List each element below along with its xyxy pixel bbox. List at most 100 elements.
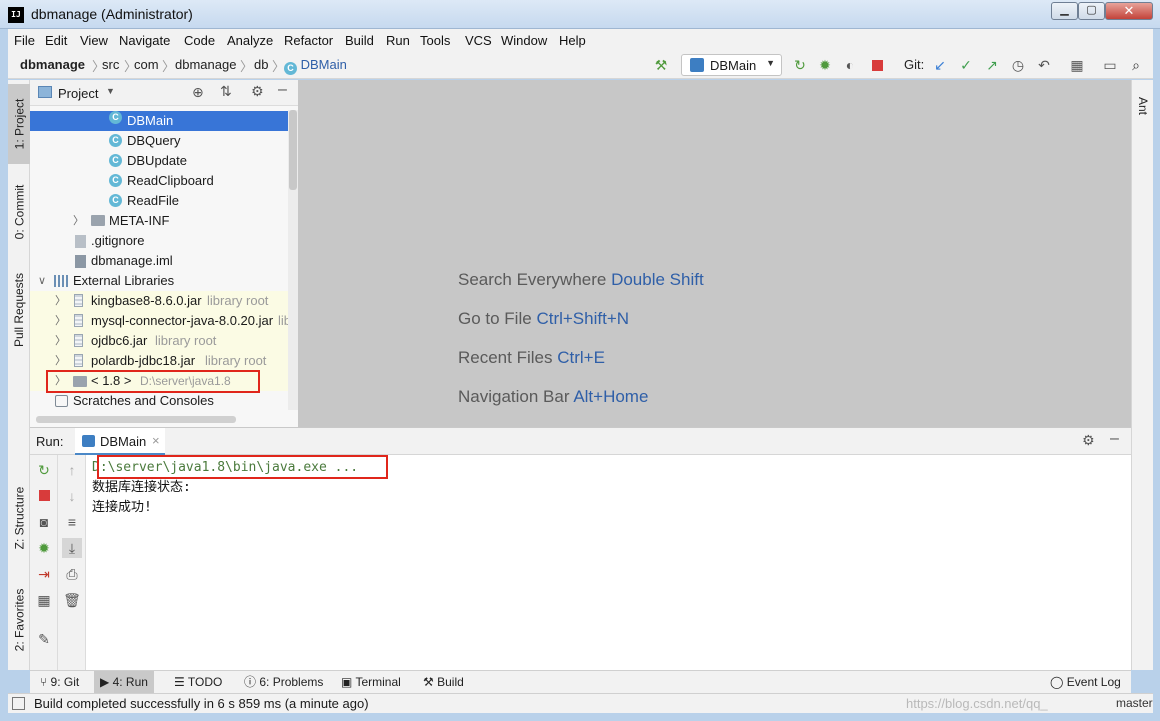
close-window-button[interactable]: ✕ — [1105, 2, 1153, 20]
tool-tab-favorites[interactable]: 2: Favorites — [8, 575, 30, 665]
menu-window[interactable]: Window — [501, 33, 547, 48]
chevron-right-icon[interactable]: 〉 — [55, 331, 66, 351]
stop-icon[interactable] — [34, 486, 54, 506]
hide-panel-icon[interactable]: – — [1110, 430, 1119, 448]
history-icon[interactable]: ◷ — [1009, 56, 1027, 74]
tool-tab-problems[interactable]: ⓘ 6: Problems — [238, 671, 329, 693]
tree-item-readfile[interactable]: C ReadFile — [30, 191, 288, 211]
rollback-icon[interactable]: ↶ — [1035, 56, 1053, 74]
tool-tab-git[interactable]: ⑂ 9: Git — [34, 671, 85, 693]
tree-item-jar[interactable]: 〉 ojdbc6.jar library root — [30, 331, 288, 351]
status-message[interactable]: Build completed successfully in 6 s 859 … — [34, 696, 369, 711]
editor-empty-area: Search Everywhere Double Shift Go to Fil… — [298, 80, 1131, 427]
menu-edit[interactable]: Edit — [45, 33, 67, 48]
tree-item-jar[interactable]: 〉 mysql-connector-java-8.0.20.jar libr — [30, 311, 288, 331]
gear-icon[interactable]: ⚙ — [1082, 432, 1095, 449]
stop-icon[interactable] — [868, 56, 886, 74]
camera-icon[interactable]: ◙ — [34, 512, 54, 532]
presentation-icon[interactable]: ▭ — [1101, 56, 1119, 74]
gear-icon[interactable]: ⚙ — [251, 83, 264, 100]
search-icon[interactable]: ⌕ — [1127, 56, 1145, 74]
chevron-right-icon[interactable]: 〉 — [73, 211, 84, 231]
run-toolbar-primary: ↻ ◙ ✹ ⇥ ▦ ✎ — [30, 455, 58, 671]
tree-item-scratches[interactable]: Scratches and Consoles — [30, 391, 288, 411]
tool-tab-project[interactable]: 1: Project — [8, 84, 30, 164]
debug-icon[interactable]: ✹ — [816, 56, 834, 74]
tool-tab-commit[interactable]: 0: Commit — [8, 172, 30, 252]
git-push-icon[interactable]: ↗ — [983, 56, 1001, 74]
build-hammer-icon[interactable]: ⚒ — [652, 56, 670, 74]
menu-navigate[interactable]: Navigate — [119, 33, 170, 48]
trash-icon[interactable]: 🗑 — [62, 590, 82, 610]
tool-tab-terminal[interactable]: ▣ Terminal — [335, 671, 407, 693]
arrow-up-icon[interactable]: ↑ — [62, 460, 82, 480]
breadcrumb-com[interactable]: com — [134, 57, 159, 72]
chevron-right-icon[interactable]: 〉 — [55, 311, 66, 331]
tree-item-readclipboard[interactable]: C ReadClipboard — [30, 171, 288, 191]
tree-item-dbquery[interactable]: C DBQuery — [30, 131, 288, 151]
rerun-icon[interactable]: ↻ — [34, 460, 54, 480]
minimize-button[interactable]: ▁ — [1051, 2, 1078, 20]
git-branch[interactable]: master — [1116, 696, 1153, 710]
coverage-icon[interactable]: ◐ — [841, 56, 859, 74]
git-update-icon[interactable]: ↙ — [931, 56, 949, 74]
breadcrumb-dbmanage[interactable]: dbmanage — [175, 57, 236, 72]
exit-icon[interactable]: ⇥ — [34, 564, 54, 584]
tree-item-gitignore[interactable]: .gitignore — [30, 231, 288, 251]
chevron-right-icon[interactable]: 〉 — [55, 351, 66, 371]
breadcrumb-db[interactable]: db — [254, 57, 268, 72]
tree-item-jar[interactable]: 〉 kingbase8-8.6.0.jar library root — [30, 291, 288, 311]
breadcrumb-src[interactable]: src — [102, 57, 119, 72]
pin-icon[interactable]: ✎ — [34, 629, 54, 649]
tool-tab-build[interactable]: ⚒ Build — [417, 671, 470, 693]
menu-refactor[interactable]: Refactor — [284, 33, 333, 48]
menu-help[interactable]: Help — [559, 33, 586, 48]
close-tab-icon[interactable]: × — [152, 433, 160, 448]
maximize-button[interactable]: ▢ — [1078, 2, 1105, 20]
print-icon[interactable]: ⎙ — [62, 564, 82, 584]
tool-tab-structure[interactable]: Z: Structure — [8, 478, 30, 558]
tree-item-dbmain[interactable]: C DBMain — [30, 111, 288, 131]
menu-tools[interactable]: Tools — [420, 33, 450, 48]
tree-item-external-libraries[interactable]: ∨ External Libraries — [30, 271, 288, 291]
run-tab-dbmain[interactable]: DBMain × — [75, 428, 165, 455]
rerun-icon[interactable]: ↻ — [791, 56, 809, 74]
vertical-scrollbar[interactable] — [288, 110, 298, 410]
tree-item-jar[interactable]: 〉 polardb-jdbc18.jar library root — [30, 351, 288, 371]
layout-icon[interactable]: ▦ — [34, 590, 54, 610]
tool-tab-todo[interactable]: ☰ TODO — [168, 671, 228, 693]
debug-icon[interactable]: ✹ — [34, 538, 54, 558]
soft-wrap-icon[interactable]: ≡ — [62, 512, 82, 532]
horizontal-scrollbar[interactable] — [36, 416, 236, 423]
locate-file-icon[interactable]: ⊕ — [192, 84, 204, 101]
tool-tab-event-log[interactable]: ◯ Event Log — [1044, 671, 1127, 693]
chevron-down-icon[interactable]: ▼ — [106, 86, 115, 96]
project-view-title[interactable]: Project — [58, 86, 98, 101]
tool-tab-ant[interactable]: Ant — [1132, 84, 1154, 128]
arrow-down-icon[interactable]: ↓ — [62, 486, 82, 506]
menu-file[interactable]: File — [14, 33, 35, 48]
breadcrumb-dbmain[interactable]: C DBMain — [284, 57, 347, 75]
menu-view[interactable]: View — [80, 33, 108, 48]
scrollbar-thumb[interactable] — [289, 110, 297, 190]
tree-item-dbupdate[interactable]: C DBUpdate — [30, 151, 288, 171]
menu-code[interactable]: Code — [184, 33, 215, 48]
hide-panel-icon[interactable]: – — [278, 81, 287, 99]
tool-tab-run[interactable]: ▶ 4: Run — [94, 671, 154, 693]
chevron-down-icon[interactable]: ∨ — [38, 271, 48, 291]
collapse-all-icon[interactable]: ⇅ — [220, 83, 232, 100]
breadcrumb-project[interactable]: dbmanage — [20, 57, 85, 72]
run-configuration-select[interactable]: DBMain ▼ — [681, 54, 782, 76]
menu-analyze[interactable]: Analyze — [227, 33, 273, 48]
toggle-tool-windows-icon[interactable] — [12, 697, 25, 710]
tool-tab-pull-requests[interactable]: Pull Requests — [8, 265, 30, 355]
menu-run[interactable]: Run — [386, 33, 410, 48]
menu-vcs[interactable]: VCS — [465, 33, 492, 48]
tree-item-iml[interactable]: dbmanage.iml — [30, 251, 288, 271]
scroll-to-end-icon[interactable]: ⤓ — [62, 538, 82, 558]
chevron-right-icon[interactable]: 〉 — [55, 291, 66, 311]
menu-build[interactable]: Build — [345, 33, 374, 48]
tree-item-meta-inf[interactable]: 〉 META-INF — [30, 211, 288, 231]
project-structure-icon[interactable]: ▦ — [1068, 56, 1086, 74]
git-commit-icon[interactable]: ✓ — [957, 56, 975, 74]
